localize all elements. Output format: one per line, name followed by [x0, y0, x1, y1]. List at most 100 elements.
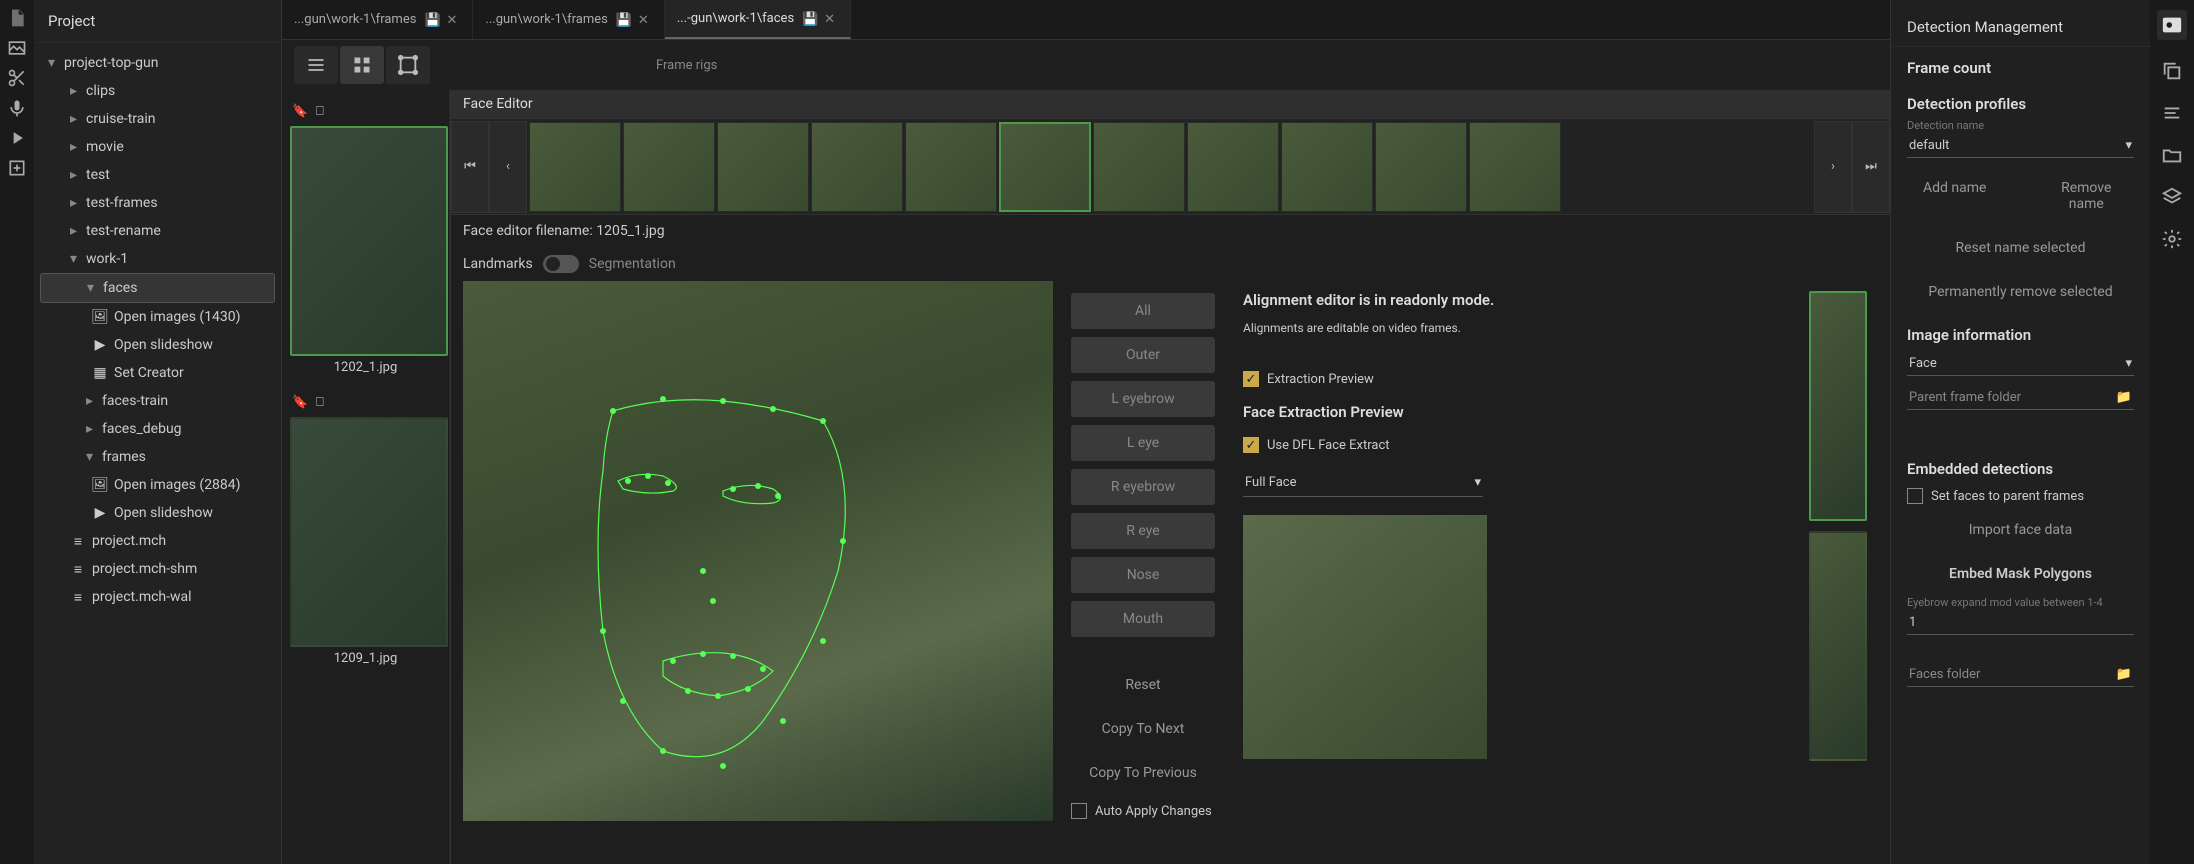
filmstrip-thumb[interactable]: [1187, 122, 1279, 212]
permanently-remove-button[interactable]: Permanently remove selected: [1907, 274, 2134, 310]
add-name-button[interactable]: Add name: [1907, 170, 2003, 222]
set-faces-parent-checkbox[interactable]: [1907, 488, 1923, 504]
close-icon[interactable]: ✕: [446, 13, 460, 27]
bookmark-filled-icon[interactable]: 🔖: [292, 395, 310, 413]
tab[interactable]: ...-gun\work-1\faces 💾 ✕: [665, 0, 851, 39]
tree-folder-faces[interactable]: ▾faces: [40, 273, 275, 303]
file-icon[interactable]: [7, 8, 27, 28]
tree-folder[interactable]: ▸faces_debug: [34, 415, 281, 443]
avatar-icon[interactable]: [2157, 10, 2187, 40]
region-nose-button[interactable]: Nose: [1071, 557, 1215, 593]
tree-action-set-creator[interactable]: ▦Set Creator: [34, 359, 281, 387]
toolbar-tab-frame-rigs[interactable]: Frame rigs: [652, 50, 721, 81]
layers-icon[interactable]: [2161, 186, 2183, 208]
thumbnail[interactable]: [1809, 531, 1867, 761]
project-root[interactable]: ▾project-top-gun: [34, 49, 281, 77]
close-icon[interactable]: ✕: [638, 13, 652, 27]
tree-action-open-images[interactable]: 🖼Open images (1430): [34, 303, 281, 331]
region-r-eye-button[interactable]: R eye: [1071, 513, 1215, 549]
filmstrip-thumb[interactable]: [1093, 122, 1185, 212]
import-face-data-button[interactable]: Import face data: [1907, 512, 2134, 548]
tree-folder[interactable]: ▸test: [34, 161, 281, 189]
folder-icon[interactable]: 📁: [2116, 667, 2132, 682]
save-icon[interactable]: 💾: [802, 12, 816, 26]
filmstrip-thumb[interactable]: [717, 122, 809, 212]
filmstrip-thumb[interactable]: [905, 122, 997, 212]
close-icon[interactable]: ✕: [824, 12, 838, 26]
filmstrip-last-button[interactable]: ⏭: [1852, 121, 1890, 213]
copy-icon[interactable]: [2161, 60, 2183, 82]
region-all-button[interactable]: All: [1071, 293, 1215, 329]
thumbnail[interactable]: [290, 417, 448, 647]
image-cell[interactable]: 🔖 ⎕ 1202_1.jpg: [290, 100, 441, 379]
filmstrip-next-button[interactable]: ›: [1814, 121, 1852, 213]
auto-apply-checkbox[interactable]: [1071, 803, 1087, 819]
eyebrow-mod-input[interactable]: 1: [1907, 611, 2134, 635]
region-l-eyebrow-button[interactable]: L eyebrow: [1071, 381, 1215, 417]
export-icon[interactable]: [7, 158, 27, 178]
tree-folder-frames[interactable]: ▾frames: [34, 443, 281, 471]
tree-folder[interactable]: ▸test-rename: [34, 217, 281, 245]
folder-icon[interactable]: [2161, 144, 2183, 166]
region-outer-button[interactable]: Outer: [1071, 337, 1215, 373]
tree-action-slideshow[interactable]: ▶Open slideshow: [34, 331, 281, 359]
tree-folder[interactable]: ▸movie: [34, 133, 281, 161]
filmstrip-thumb[interactable]: [999, 122, 1091, 212]
bookmark-icon[interactable]: ⎕: [316, 104, 334, 122]
copy-next-button[interactable]: Copy To Next: [1071, 711, 1215, 747]
filmstrip-thumb[interactable]: [1469, 122, 1561, 212]
reset-name-button[interactable]: Reset name selected: [1907, 230, 2134, 266]
image-type-select[interactable]: Face ▾: [1907, 352, 2134, 376]
filmstrip-thumb[interactable]: [811, 122, 903, 212]
region-l-eye-button[interactable]: L eye: [1071, 425, 1215, 461]
main-face-canvas[interactable]: [463, 281, 1053, 821]
tree-folder[interactable]: ▸test-frames: [34, 189, 281, 217]
tree-folder[interactable]: ▸clips: [34, 77, 281, 105]
scissors-icon[interactable]: [7, 68, 27, 88]
mic-icon[interactable]: [7, 98, 27, 118]
filmstrip-first-button[interactable]: ⏮: [451, 121, 489, 213]
bookmark-icon[interactable]: ⎕: [316, 395, 334, 413]
play-icon[interactable]: [7, 128, 27, 148]
landmarks-segmentation-toggle[interactable]: [543, 255, 579, 273]
folder-icon[interactable]: 📁: [2116, 390, 2132, 405]
tree-folder[interactable]: ▸faces-train: [34, 387, 281, 415]
view-list-button[interactable]: [294, 46, 338, 84]
view-bbox-button[interactable]: [386, 46, 430, 84]
tab[interactable]: ...gun\work-1\frames 💾 ✕: [473, 0, 664, 39]
filmstrip-thumb[interactable]: [1375, 122, 1467, 212]
thumbnail[interactable]: [290, 126, 448, 356]
tree-action-slideshow[interactable]: ▶Open slideshow: [34, 499, 281, 527]
filmstrip-thumb[interactable]: [1281, 122, 1373, 212]
tree-folder-work1[interactable]: ▾work-1: [34, 245, 281, 273]
parent-frame-folder-input[interactable]: Parent frame folder 📁: [1907, 386, 2134, 410]
tree-file[interactable]: ≡project.mch-shm: [34, 555, 281, 583]
faces-folder-input[interactable]: Faces folder 📁: [1907, 663, 2134, 687]
extraction-preview-checkbox[interactable]: ✓: [1243, 371, 1259, 387]
tree-file[interactable]: ≡project.mch-wal: [34, 583, 281, 611]
tree-action-open-images[interactable]: 🖼Open images (2884): [34, 471, 281, 499]
face-mode-select[interactable]: Full Face ▾: [1243, 469, 1483, 497]
image-cell[interactable]: 🔖 ⎕ 1209_1.jpg: [290, 391, 441, 670]
detection-name-select[interactable]: default ▾: [1907, 134, 2134, 158]
save-icon[interactable]: 💾: [424, 13, 438, 27]
remove-name-button[interactable]: Remove name: [2039, 170, 2135, 222]
filmstrip-thumb[interactable]: [623, 122, 715, 212]
view-grid-button[interactable]: [340, 46, 384, 84]
thumbnail[interactable]: [1809, 291, 1867, 521]
tree-file[interactable]: ≡project.mch: [34, 527, 281, 555]
filmstrip-prev-button[interactable]: ‹: [489, 121, 527, 213]
tab[interactable]: ...gun\work-1\frames 💾 ✕: [282, 0, 473, 39]
lines-icon[interactable]: [2161, 102, 2183, 124]
use-dfl-checkbox[interactable]: ✓: [1243, 437, 1259, 453]
filmstrip-thumb[interactable]: [529, 122, 621, 212]
embed-mask-button[interactable]: Embed Mask Polygons: [1907, 556, 2134, 592]
copy-prev-button[interactable]: Copy To Previous: [1071, 755, 1215, 791]
reset-button[interactable]: Reset: [1071, 667, 1215, 703]
bookmark-filled-icon[interactable]: 🔖: [292, 104, 310, 122]
region-mouth-button[interactable]: Mouth: [1071, 601, 1215, 637]
gear-icon[interactable]: [2161, 228, 2183, 250]
save-icon[interactable]: 💾: [616, 13, 630, 27]
tree-folder[interactable]: ▸cruise-train: [34, 105, 281, 133]
image-icon[interactable]: [7, 38, 27, 58]
